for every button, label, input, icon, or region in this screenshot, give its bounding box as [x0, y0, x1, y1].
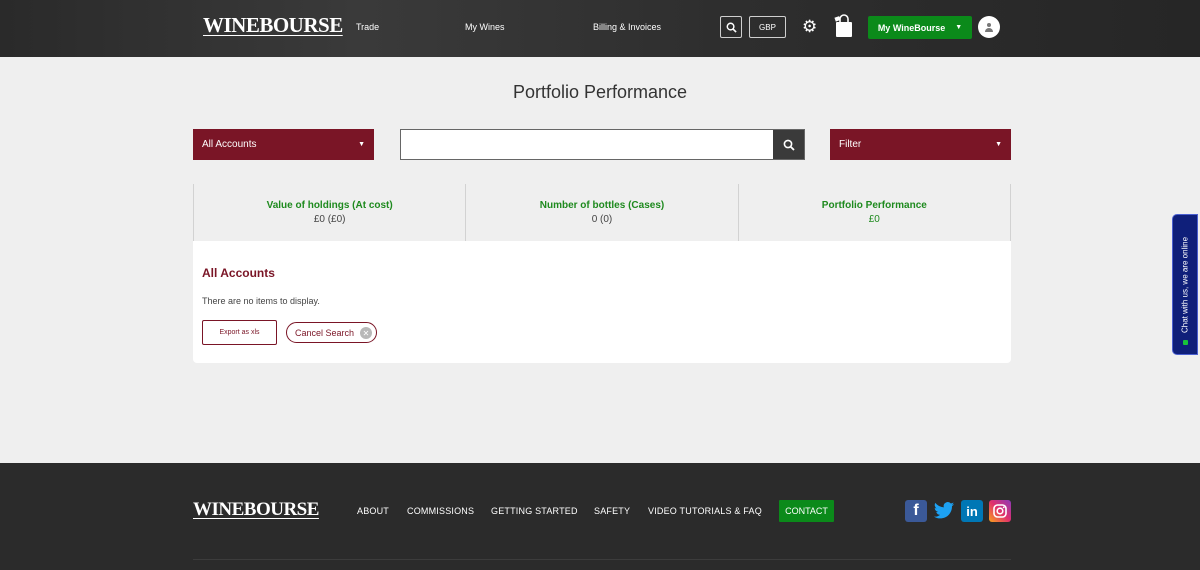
footer-winebourse-logo[interactable]: WINEBOURSE — [193, 499, 319, 521]
caret-down-icon: ▼ — [955, 24, 963, 31]
close-icon[interactable]: ✕ — [360, 327, 372, 339]
top-navbar: WINEBOURSE Trade My Wines Billing & Invo… — [0, 0, 1200, 57]
portfolio-search — [400, 129, 805, 160]
footer-link-commissions[interactable]: COMMISSIONS — [407, 506, 474, 516]
instagram-icon[interactable] — [989, 500, 1011, 522]
user-icon — [985, 23, 993, 32]
export-xls-button[interactable]: Export as xls — [202, 320, 277, 345]
chat-label: Chat with us, we are online — [1180, 236, 1190, 333]
accounts-dropdown[interactable]: All Accounts ▼ — [193, 129, 374, 160]
cancel-search-button[interactable]: Cancel Search ✕ — [286, 322, 377, 343]
stat-value: £0 (£0) — [313, 214, 346, 225]
filter-dropdown[interactable]: Filter ▼ — [830, 129, 1011, 160]
footer-divider — [193, 559, 1011, 560]
winebourse-logo[interactable]: WINEBOURSE — [203, 13, 343, 38]
footer: WINEBOURSE ABOUT COMMISSIONS GETTING STA… — [0, 463, 1200, 570]
footer-link-safety[interactable]: SAFETY — [594, 506, 630, 516]
stat-value: 0 (0) — [591, 214, 613, 225]
search-icon — [783, 139, 795, 151]
page-title: Portfolio Performance — [512, 82, 688, 102]
search-submit-button[interactable] — [773, 130, 804, 159]
stat-value-of-holdings: Value of holdings (At cost) £0 (£0) — [193, 184, 467, 241]
stat-number-of-bottles: Number of bottles (Cases) 0 (0) — [466, 184, 739, 241]
user-avatar[interactable] — [978, 16, 1000, 38]
nav-trade[interactable]: Trade — [356, 22, 379, 32]
results-card: All Accounts There are no items to displ… — [193, 241, 1011, 363]
facebook-icon[interactable]: f — [905, 500, 927, 522]
gear-icon[interactable]: ⚙ — [802, 17, 817, 37]
chevron-down-icon: ▼ — [995, 141, 1002, 148]
nav-my-wines[interactable]: My Wines — [465, 22, 505, 32]
nav-billing-invoices[interactable]: Billing & Invoices — [593, 22, 661, 32]
search-icon — [726, 22, 737, 33]
filter-dropdown-label: Filter — [839, 139, 862, 150]
empty-message: There are no items to display. — [202, 296, 320, 306]
currency-selector[interactable]: GBP — [749, 16, 786, 38]
stat-label: Value of holdings (At cost) — [266, 200, 393, 211]
chat-widget-tab[interactable]: Chat with us, we are online — [1172, 214, 1198, 355]
section-title: All Accounts — [202, 266, 275, 280]
stat-portfolio-performance: Portfolio Performance £0 — [739, 184, 1011, 241]
stat-value: £0 — [868, 214, 880, 225]
header-search-button[interactable] — [720, 16, 742, 38]
accounts-dropdown-label: All Accounts — [202, 139, 257, 150]
my-winebourse-label: My WineBourse — [877, 22, 946, 33]
search-input[interactable] — [401, 130, 773, 159]
footer-link-about[interactable]: ABOUT — [357, 506, 389, 516]
portfolio-stats: Value of holdings (At cost) £0 (£0) Numb… — [193, 184, 1011, 241]
linkedin-icon[interactable]: in — [961, 500, 983, 522]
stat-label: Number of bottles (Cases) — [539, 200, 665, 211]
my-winebourse-button[interactable]: My WineBourse ▼ — [868, 16, 972, 39]
contact-button[interactable]: CONTACT — [779, 500, 834, 522]
chevron-down-icon: ▼ — [358, 141, 365, 148]
twitter-icon[interactable] — [933, 500, 955, 522]
shopping-bag-icon[interactable] — [834, 14, 854, 38]
footer-link-getting-started[interactable]: GETTING STARTED — [491, 506, 578, 516]
cancel-search-label: Cancel Search — [295, 327, 355, 338]
footer-link-video-tutorials-faq[interactable]: VIDEO TUTORIALS & FAQ — [648, 506, 762, 516]
online-status-icon — [1183, 340, 1188, 345]
stat-label: Portfolio Performance — [821, 200, 927, 211]
